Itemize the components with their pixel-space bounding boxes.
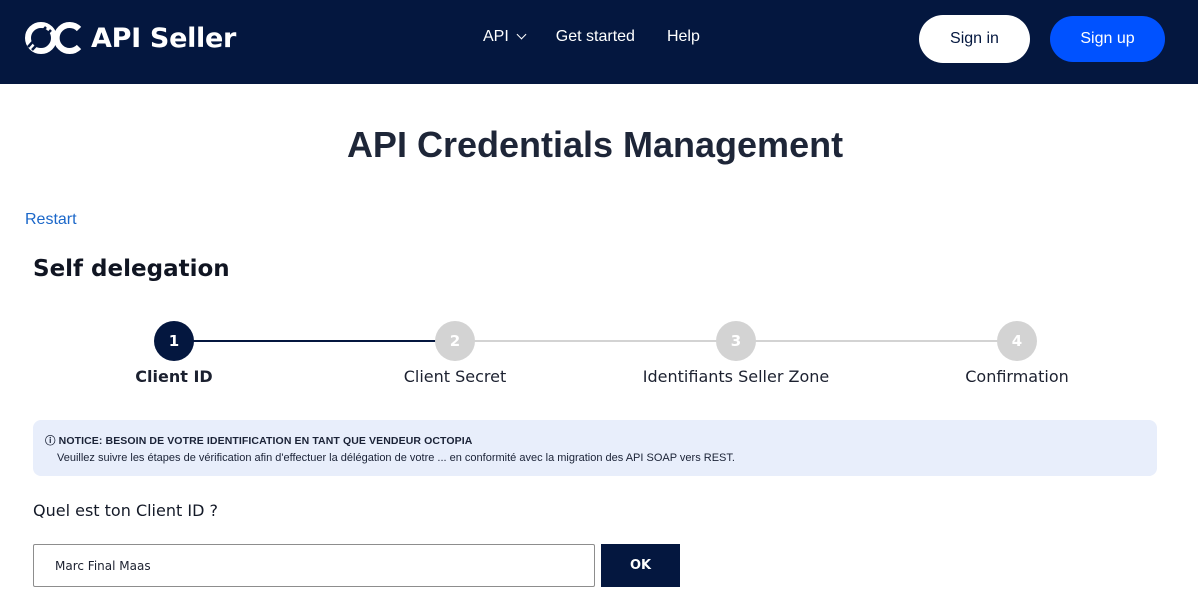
nav-item-help[interactable]: Help — [667, 28, 700, 46]
info-icon: ⓘ — [45, 435, 56, 447]
section-title: Self delegation — [33, 256, 230, 282]
sign-in-button[interactable]: Sign in — [919, 15, 1030, 63]
step-1-label: Client ID — [135, 367, 213, 386]
notice-title-row: ⓘ NOTICE: BESOIN DE VOTRE IDENTIFICATION… — [45, 433, 472, 448]
restart-link[interactable]: Restart — [25, 211, 77, 229]
client-id-question: Quel est ton Client ID ? — [33, 501, 218, 520]
notice-banner: ⓘ NOTICE: BESOIN DE VOTRE IDENTIFICATION… — [33, 420, 1157, 476]
top-header: API Seller API Get started Help Sign in … — [0, 0, 1198, 84]
step-1-circle: 1 — [154, 321, 194, 361]
step-3-circle: 3 — [716, 321, 756, 361]
step-4-circle: 4 — [997, 321, 1037, 361]
ok-button[interactable]: OK — [601, 544, 680, 587]
step-3-label: Identifiants Seller Zone — [642, 367, 830, 386]
stepper-line-complete — [174, 340, 454, 342]
page-title: API Credentials Management — [346, 124, 844, 165]
sign-up-button[interactable]: Sign up — [1050, 16, 1165, 62]
brand-logo[interactable]: API Seller — [24, 21, 236, 55]
brand-name: API Seller — [91, 22, 237, 54]
nav-item-get-started[interactable]: Get started — [556, 28, 635, 46]
notice-text: Veuillez suivre les étapes de vérificati… — [57, 452, 735, 464]
chevron-down-icon — [516, 29, 527, 39]
client-id-input[interactable] — [33, 544, 595, 587]
nav-item-help-label: Help — [666, 28, 700, 45]
notice-title: NOTICE: BESOIN DE VOTRE IDENTIFICATION E… — [58, 435, 473, 447]
step-4-label: Confirmation — [965, 367, 1069, 386]
nav-item-api-label: API — [483, 28, 509, 45]
octopia-logo-icon — [25, 22, 82, 54]
step-2-circle: 2 — [435, 321, 475, 361]
nav-item-api[interactable]: API — [483, 28, 527, 46]
step-2-label: Client Secret — [403, 367, 507, 386]
main-nav: API Get started Help — [483, 28, 700, 46]
nav-item-get-started-label: Get started — [555, 28, 635, 45]
